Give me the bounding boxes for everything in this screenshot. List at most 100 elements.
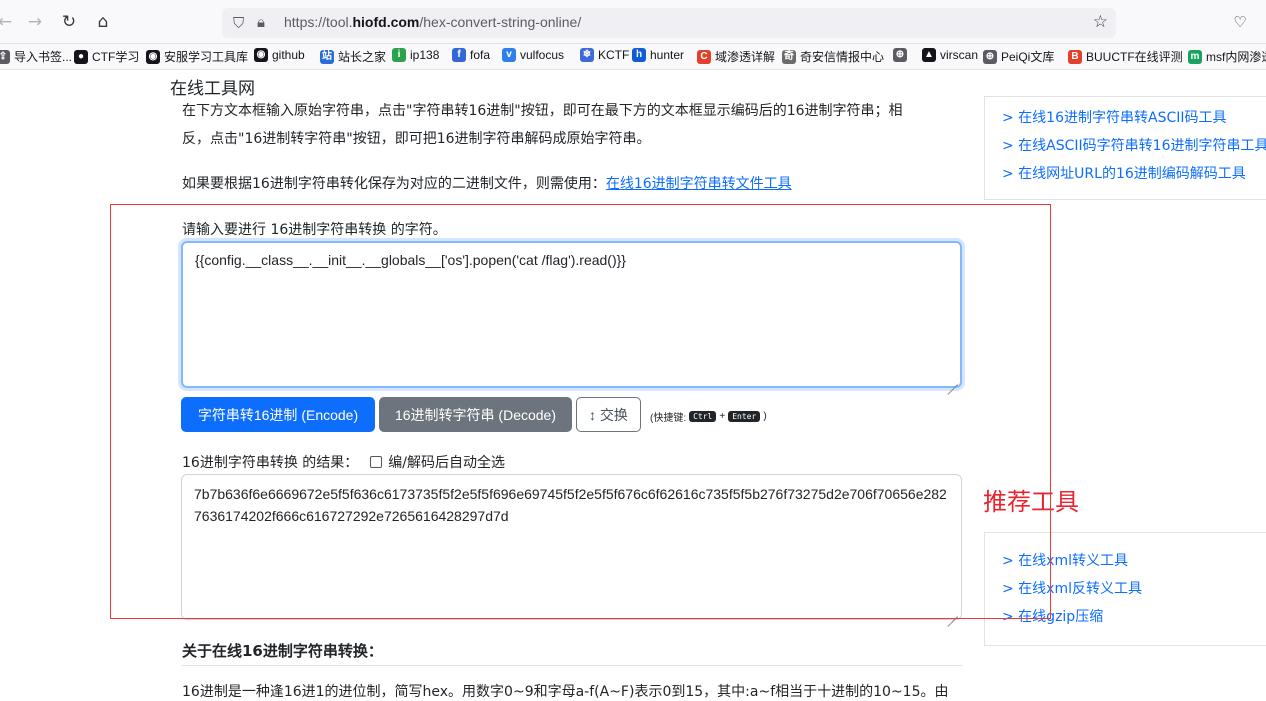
ctf-icon: ● <box>74 49 88 64</box>
sidebar-link-label[interactable]: > 在线xml反转义工具 <box>1002 581 1142 597</box>
bookmark-item[interactable]: ▲ virscan <box>922 48 978 62</box>
address-bar[interactable]: ⛉ 🔒︎ https://tool.hiofd.com/hex-convert-… <box>222 8 1116 38</box>
sidebar-link-url-hex[interactable]: > 在线网址URL的16进制编码解码工具 <box>1002 163 1246 183</box>
ip138-icon: i <box>392 48 406 62</box>
reload-icon[interactable]: ↻ <box>58 11 80 33</box>
chinaz-icon: 站 <box>320 49 334 64</box>
url-text[interactable]: https://tool.hiofd.com/hex-convert-strin… <box>284 14 581 30</box>
bookmark-label: github <box>272 48 305 62</box>
kctf-icon: ❄ <box>580 48 594 62</box>
bookmark-label: BUUCTF在线评测 <box>1086 50 1183 64</box>
bookmark-label: 站长之家 <box>338 50 387 64</box>
github-icon: ◉ <box>146 49 160 64</box>
sidebar-link-hex-to-ascii[interactable]: > 在线16进制字符串转ASCII码工具 <box>1002 107 1227 127</box>
hex-to-file-link[interactable]: 在线16进制字符串转文件工具 <box>606 176 792 192</box>
bookmark-label: 导入书签... <box>14 50 73 64</box>
result-label: 16进制字符串转换 的结果： <box>182 455 359 471</box>
input-label: 请输入要进行 16进制字符串转换 的字符。 <box>182 222 447 238</box>
enter-key: Enter <box>728 411 761 422</box>
sidebar-link-label[interactable]: > 在线xml转义工具 <box>1002 553 1128 569</box>
bookmark-item[interactable]: ⊕ <box>893 48 911 62</box>
bookmark-item[interactable]: C 域渗透详解 <box>697 48 775 65</box>
bookmark-label: virscan <box>940 48 979 62</box>
about-title: 关于在线16进制字符串转换： <box>182 642 383 660</box>
bookmark-item[interactable]: ⇪ 导入书签... <box>0 48 72 65</box>
ctrl-key: Ctrl <box>689 411 717 422</box>
bookmark-star-icon[interactable]: ☆ <box>1093 12 1108 32</box>
intro-line-3-text: 如果要根据16进制字符串转化保存为对应的二进制文件，则需使用： <box>182 176 606 192</box>
tracking-shield-icon[interactable]: ⛉ <box>233 14 244 32</box>
virscan-icon: ▲ <box>922 48 936 62</box>
bookmark-label: fofa <box>470 48 491 62</box>
intro-line-1: 在下方文本框输入原始字符串，点击"字符串转16进制"按钮，即可在最下方的文本框显… <box>182 103 903 119</box>
site-title[interactable]: 在线工具网 <box>170 74 255 99</box>
about-text: 16进制是一种逢16进1的进位制，简写hex。用数字0~9和字母a-f(A~F)… <box>182 684 949 700</box>
shortcut-prefix: (快捷键: <box>650 413 687 424</box>
bookmarks-bar: ⇪ 导入书签...● CTF学习 ◉ 安服学习工具库 ◉ github 站站长之家 i ip138… <box>0 44 1266 70</box>
msf-icon: m <box>1188 49 1202 64</box>
recommend-title: 推荐工具 <box>983 488 1079 516</box>
bookmark-label: CTF学习 <box>92 50 140 64</box>
sidebar-link-xml-unescape[interactable]: > 在线xml反转义工具 <box>1002 578 1142 598</box>
bookmark-label: hunter <box>650 48 685 62</box>
shortcut-plus: + <box>719 411 726 422</box>
bookmark-item[interactable]: 奇奇安信情报中心 <box>782 48 884 65</box>
swap-button[interactable]: ↕ 交换 <box>576 397 641 432</box>
bookmark-item[interactable]: B BUUCTF在线评测 <box>1068 48 1183 65</box>
globe-icon: ⊕ <box>983 49 997 64</box>
encode-button[interactable]: 字符串转16进制 (Encode) <box>181 397 375 432</box>
fofa-icon: f <box>452 48 466 62</box>
sidebar-link-label[interactable]: > 在线网址URL的16进制编码解码工具 <box>1002 166 1246 182</box>
bookmark-item[interactable]: m msf内网渗透 <box>1188 48 1266 65</box>
divider <box>182 665 962 666</box>
bookmark-item[interactable]: v vulfocus <box>502 48 564 62</box>
pocket-icon[interactable]: ♡ <box>1230 13 1250 31</box>
bookmark-item[interactable]: ❄ KCTF <box>580 48 629 62</box>
bookmark-item[interactable]: 站站长之家 <box>320 48 386 65</box>
home-icon[interactable]: ⌂ <box>92 11 114 33</box>
bookmark-label: msf内网渗透 <box>1206 50 1266 64</box>
github-icon: ◉ <box>254 48 268 62</box>
bookmark-label: vulfocus <box>520 48 565 62</box>
vulfocus-icon: v <box>502 48 516 62</box>
browser-toolbar: ← → ↻ ⌂ ⛉ 🔒︎ https://tool.hiofd.com/hex-… <box>0 0 1266 44</box>
lock-icon[interactable]: 🔒︎ <box>257 13 265 31</box>
sidebar-link-label[interactable]: > 在线16进制字符串转ASCII码工具 <box>1002 110 1227 126</box>
intro-line-2: 反，点击"16进制转字符串"按钮，即可把16进制字符串解码成原始字符串。 <box>182 131 651 147</box>
sidebar-link-label[interactable]: > 在线ASCII码字符串转16进制字符串工具 <box>1002 138 1266 154</box>
bookmark-label: PeiQi文库 <box>1001 50 1055 64</box>
buuctf-icon: B <box>1068 49 1082 64</box>
auto-select-label[interactable]: 编/解码后自动全选 <box>388 452 505 472</box>
bookmark-item[interactable]: h hunter <box>632 48 684 62</box>
decode-button[interactable]: 16进制转字符串 (Decode) <box>379 397 572 432</box>
bookmark-item[interactable]: ◉ 安服学习工具库 <box>146 48 248 65</box>
resize-grip-icon[interactable] <box>946 605 958 617</box>
shortcut-hint: (快捷键: Ctrl + Enter ) <box>650 409 767 424</box>
auto-select-checkbox[interactable] <box>370 456 383 468</box>
csdn-icon: C <box>697 49 711 64</box>
hunter-icon: h <box>632 48 646 62</box>
bookmark-item[interactable]: i ip138 <box>392 48 439 62</box>
sidebar-link-label[interactable]: > 在线gzip压缩 <box>1002 609 1103 625</box>
sidebar-link-xml-escape[interactable]: > 在线xml转义工具 <box>1002 550 1128 570</box>
shortcut-suffix: ) <box>763 411 767 422</box>
sidebar-link-ascii-to-hex[interactable]: > 在线ASCII码字符串转16进制字符串工具 <box>1002 135 1266 155</box>
bookmark-item[interactable]: ◉ github <box>254 48 305 62</box>
qianxin-icon: 奇 <box>782 49 796 64</box>
resize-grip-icon[interactable] <box>946 373 958 385</box>
result-textarea[interactable]: 7b7b636f6e6669672e5f5f636c6173735f5f2e5f… <box>181 474 962 620</box>
import-icon: ⇪ <box>0 49 10 64</box>
sidebar-link-gzip[interactable]: > 在线gzip压缩 <box>1002 606 1103 626</box>
forward-icon[interactable]: → <box>24 11 46 33</box>
bookmark-label: ip138 <box>410 48 440 62</box>
bookmark-item[interactable]: ⊕ PeiQi文库 <box>983 48 1054 65</box>
globe-icon: ⊕ <box>893 48 907 62</box>
result-label-row: 16进制字符串转换 的结果： 编/解码后自动全选 <box>182 452 505 472</box>
back-icon[interactable]: ← <box>0 11 16 33</box>
bookmark-item[interactable]: ● CTF学习 <box>74 48 139 65</box>
bookmark-item[interactable]: f fofa <box>452 48 490 62</box>
bookmark-label: 奇安信情报中心 <box>800 50 885 64</box>
bookmark-label: 域渗透详解 <box>715 50 776 64</box>
source-textarea[interactable] <box>181 241 962 388</box>
bookmark-label: 安服学习工具库 <box>164 50 249 64</box>
